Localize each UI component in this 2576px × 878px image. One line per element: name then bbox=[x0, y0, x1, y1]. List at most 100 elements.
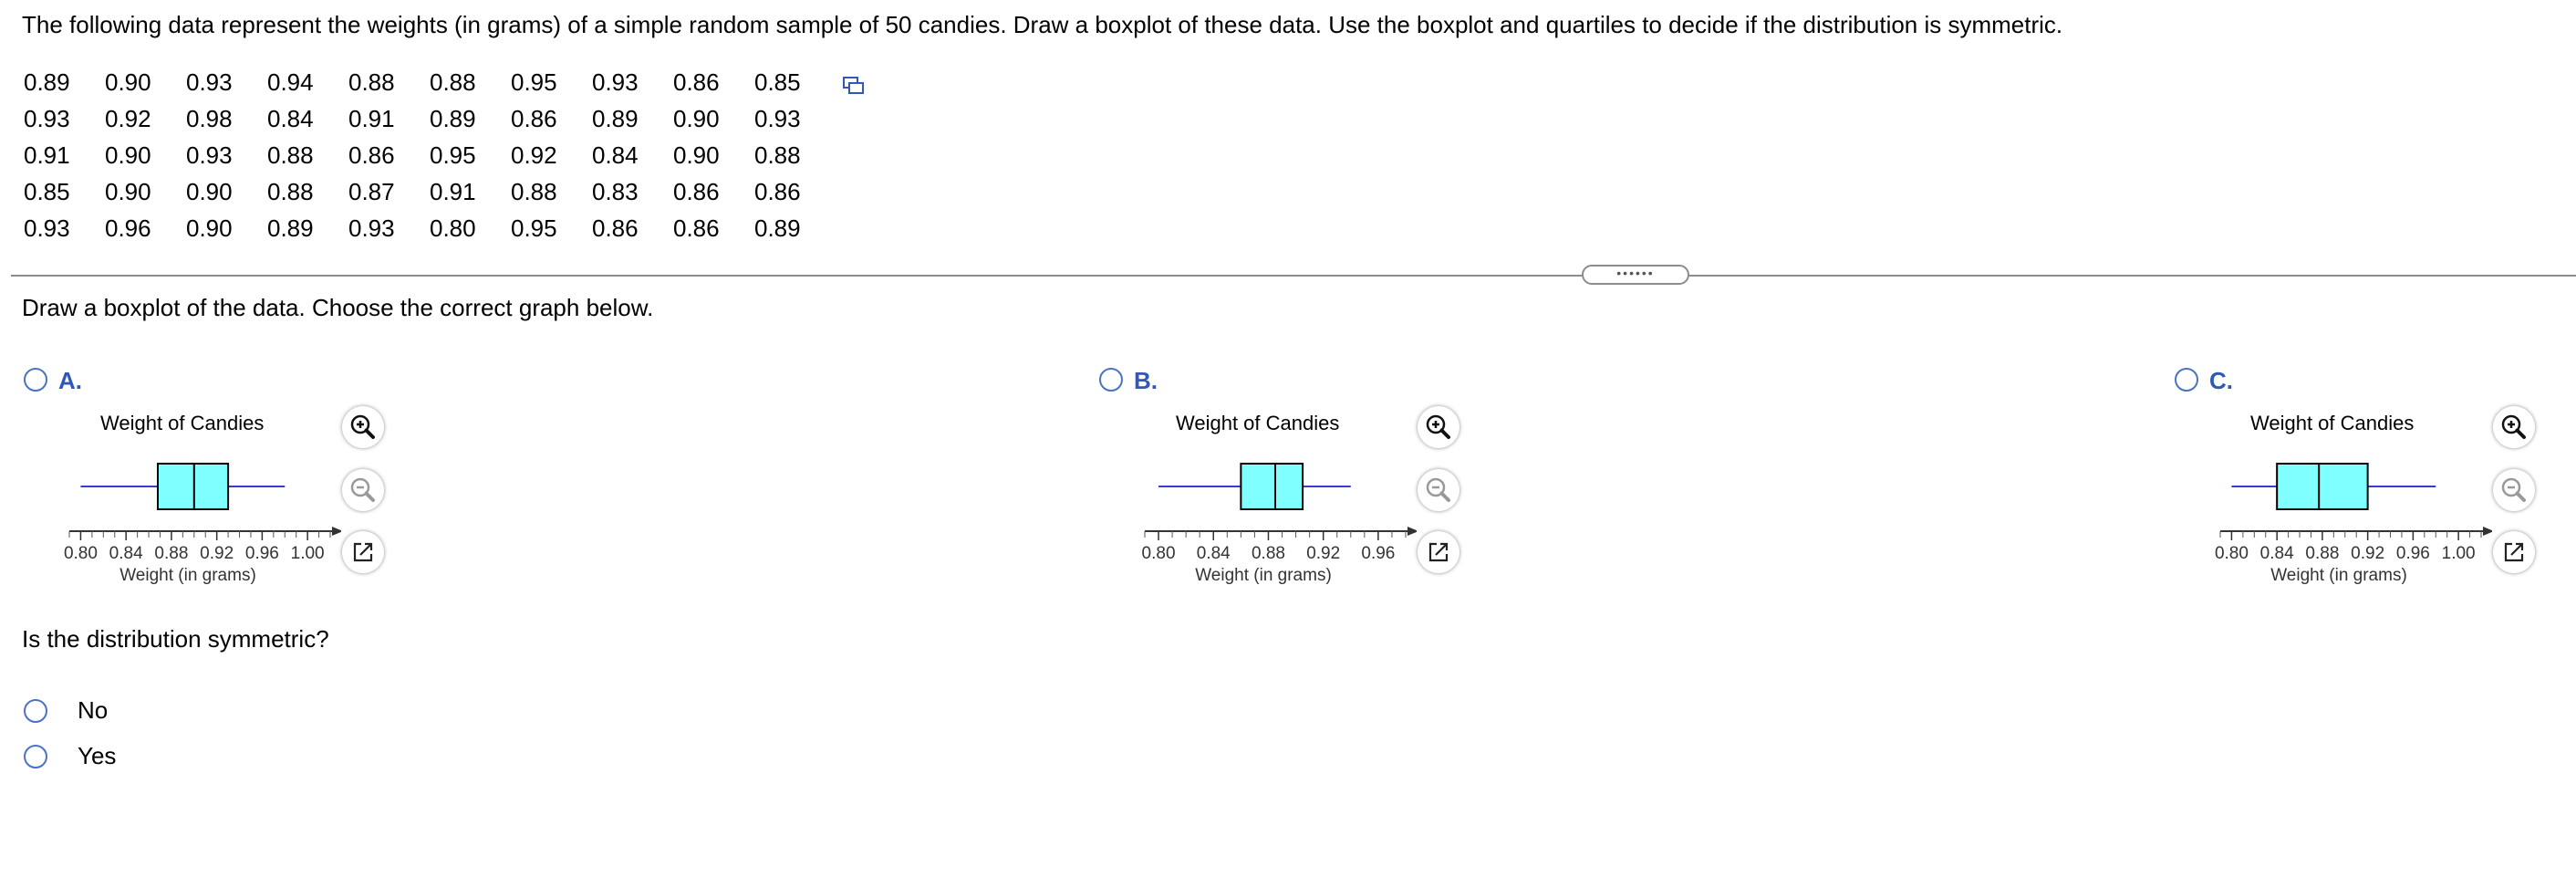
data-cell: 0.91 bbox=[348, 104, 395, 132]
iqr-box bbox=[1240, 463, 1304, 510]
data-cell: 0.87 bbox=[348, 177, 395, 205]
tick-label: 0.92 bbox=[1306, 544, 1340, 563]
data-cell: 0.90 bbox=[186, 177, 233, 205]
data-cell: 0.96 bbox=[105, 214, 151, 242]
answer-yes-label[interactable]: Yes bbox=[78, 742, 116, 770]
data-cell: 0.94 bbox=[267, 68, 314, 96]
tick-label: 0.92 bbox=[200, 544, 234, 563]
data-cell: 0.86 bbox=[592, 214, 639, 242]
tick-label: 0.84 bbox=[1197, 544, 1231, 563]
data-row: 0.89 0.90 0.93 0.94 0.88 0.88 0.95 0.93 0.86 0.85 bbox=[24, 64, 836, 100]
x-axis-arrow bbox=[332, 527, 341, 536]
option-b-radio[interactable] bbox=[1099, 368, 1123, 392]
option-a-zoom-out-button[interactable] bbox=[342, 469, 384, 511]
data-row: 0.93 0.96 0.90 0.89 0.93 0.80 0.95 0.86 0.86 0.89 bbox=[24, 210, 836, 246]
divider-handle[interactable]: •••••• bbox=[1582, 265, 1689, 285]
data-cell: 0.93 bbox=[754, 104, 801, 132]
data-cell: 0.93 bbox=[24, 214, 70, 242]
option-b-plot-title: Weight of Candies bbox=[1176, 412, 1340, 434]
data-cell: 0.88 bbox=[430, 68, 476, 96]
data-cell: 0.90 bbox=[105, 68, 151, 96]
x-axis-label: Weight (in grams) bbox=[1195, 566, 1332, 585]
data-cell: 0.86 bbox=[348, 141, 395, 169]
data-cell: 0.91 bbox=[24, 141, 70, 169]
data-row: 0.91 0.90 0.93 0.88 0.86 0.95 0.92 0.84 0.90 0.88 bbox=[24, 137, 836, 173]
x-axis-label: Weight (in grams) bbox=[2270, 566, 2407, 585]
tick-label: 0.92 bbox=[2351, 544, 2384, 563]
option-a-pop-out-button[interactable] bbox=[342, 531, 384, 573]
option-c-zoom-in-button[interactable] bbox=[2493, 406, 2535, 448]
pop-out-icon bbox=[353, 542, 373, 562]
option-b-letter[interactable]: B. bbox=[1134, 367, 1158, 395]
data-cell: 0.93 bbox=[186, 68, 233, 96]
data-cell: 0.95 bbox=[511, 68, 557, 96]
data-cell: 0.93 bbox=[24, 104, 70, 132]
data-cell: 0.92 bbox=[105, 104, 151, 132]
data-cell: 0.85 bbox=[24, 177, 70, 205]
zoom-in-icon bbox=[1426, 414, 1450, 439]
zoom-in-icon bbox=[350, 414, 375, 439]
answer-no-radio[interactable] bbox=[24, 699, 47, 723]
data-cell: 0.84 bbox=[592, 141, 639, 169]
data-cell: 0.89 bbox=[267, 214, 314, 242]
x-axis-arrow bbox=[1407, 527, 1417, 536]
tick-label: 0.96 bbox=[1361, 544, 1395, 563]
option-a-radio[interactable] bbox=[24, 368, 47, 392]
data-cell: 0.89 bbox=[24, 68, 70, 96]
data-cell: 0.88 bbox=[348, 68, 395, 96]
question-text: The following data represent the weights… bbox=[22, 11, 2063, 38]
iqr-box bbox=[2276, 463, 2369, 510]
option-b-pop-out-button[interactable] bbox=[1418, 531, 1459, 573]
tick-label: 1.00 bbox=[2442, 544, 2476, 563]
option-b-zoom-in-button[interactable] bbox=[1418, 406, 1459, 448]
data-cell: 0.88 bbox=[267, 141, 314, 169]
data-cell: 0.90 bbox=[673, 141, 720, 169]
data-cell: 0.95 bbox=[511, 214, 557, 242]
option-c-boxplot: 0.80 0.84 0.88 0.92 0.96 1.00 Weight (in grams… bbox=[2215, 463, 2492, 585]
data-cell: 0.90 bbox=[105, 177, 151, 205]
data-cell: 0.89 bbox=[592, 104, 639, 132]
data-row: 0.85 0.90 0.90 0.88 0.87 0.91 0.88 0.83 0.86 0.86 bbox=[24, 173, 836, 210]
option-c-letter[interactable]: C. bbox=[2209, 367, 2233, 395]
data-cell: 0.88 bbox=[754, 141, 801, 169]
answer-yes-radio[interactable] bbox=[24, 745, 47, 768]
tick-label: 0.96 bbox=[245, 544, 279, 563]
option-c-pop-out-button[interactable] bbox=[2493, 531, 2535, 573]
data-cell: 0.86 bbox=[754, 177, 801, 205]
tick-label: 0.96 bbox=[2396, 544, 2430, 563]
data-cell: 0.90 bbox=[105, 141, 151, 169]
data-cell: 0.95 bbox=[430, 141, 476, 169]
option-a-zoom-in-button[interactable] bbox=[342, 406, 384, 448]
tick-label: 0.88 bbox=[2305, 544, 2339, 563]
tick-label: 0.88 bbox=[1252, 544, 1285, 563]
data-cell: 0.86 bbox=[673, 214, 720, 242]
copy-data-icon[interactable] bbox=[843, 77, 865, 95]
option-c-radio[interactable] bbox=[2175, 368, 2198, 392]
option-a-plot-title: Weight of Candies bbox=[100, 412, 265, 434]
option-c-zoom-out-button[interactable] bbox=[2493, 469, 2535, 511]
data-cell: 0.91 bbox=[430, 177, 476, 205]
option-b-boxplot: 0.80 0.84 0.88 0.92 0.96 Weight (in grams) bbox=[1142, 463, 1417, 585]
data-row: 0.93 0.92 0.98 0.84 0.91 0.89 0.86 0.89 0.90 0.93 bbox=[24, 100, 836, 137]
option-a-letter[interactable]: A. bbox=[58, 367, 82, 395]
data-cell: 0.86 bbox=[673, 177, 720, 205]
data-cell: 0.86 bbox=[511, 104, 557, 132]
zoom-in-icon bbox=[2501, 414, 2526, 439]
data-cell: 0.88 bbox=[511, 177, 557, 205]
data-table: 0.89 0.90 0.93 0.94 0.88 0.88 0.95 0.93 0.86 0.85… bbox=[24, 64, 836, 246]
data-cell: 0.86 bbox=[673, 68, 720, 96]
zoom-out-icon bbox=[350, 477, 375, 502]
data-cell: 0.98 bbox=[186, 104, 233, 132]
part2-prompt: Is the distribution symmetric? bbox=[22, 625, 329, 653]
tick-label: 0.84 bbox=[109, 544, 143, 563]
data-cell: 0.90 bbox=[186, 214, 233, 242]
data-cell: 0.93 bbox=[592, 68, 639, 96]
answer-no-label[interactable]: No bbox=[78, 696, 108, 725]
data-cell: 0.80 bbox=[430, 214, 476, 242]
tick-label: 0.80 bbox=[2215, 544, 2249, 563]
data-cell: 0.93 bbox=[186, 141, 233, 169]
option-b-zoom-out-button[interactable] bbox=[1418, 469, 1459, 511]
zoom-out-icon bbox=[2501, 477, 2526, 502]
data-cell: 0.93 bbox=[348, 214, 395, 242]
option-c-plot-title: Weight of Candies bbox=[2250, 412, 2415, 434]
